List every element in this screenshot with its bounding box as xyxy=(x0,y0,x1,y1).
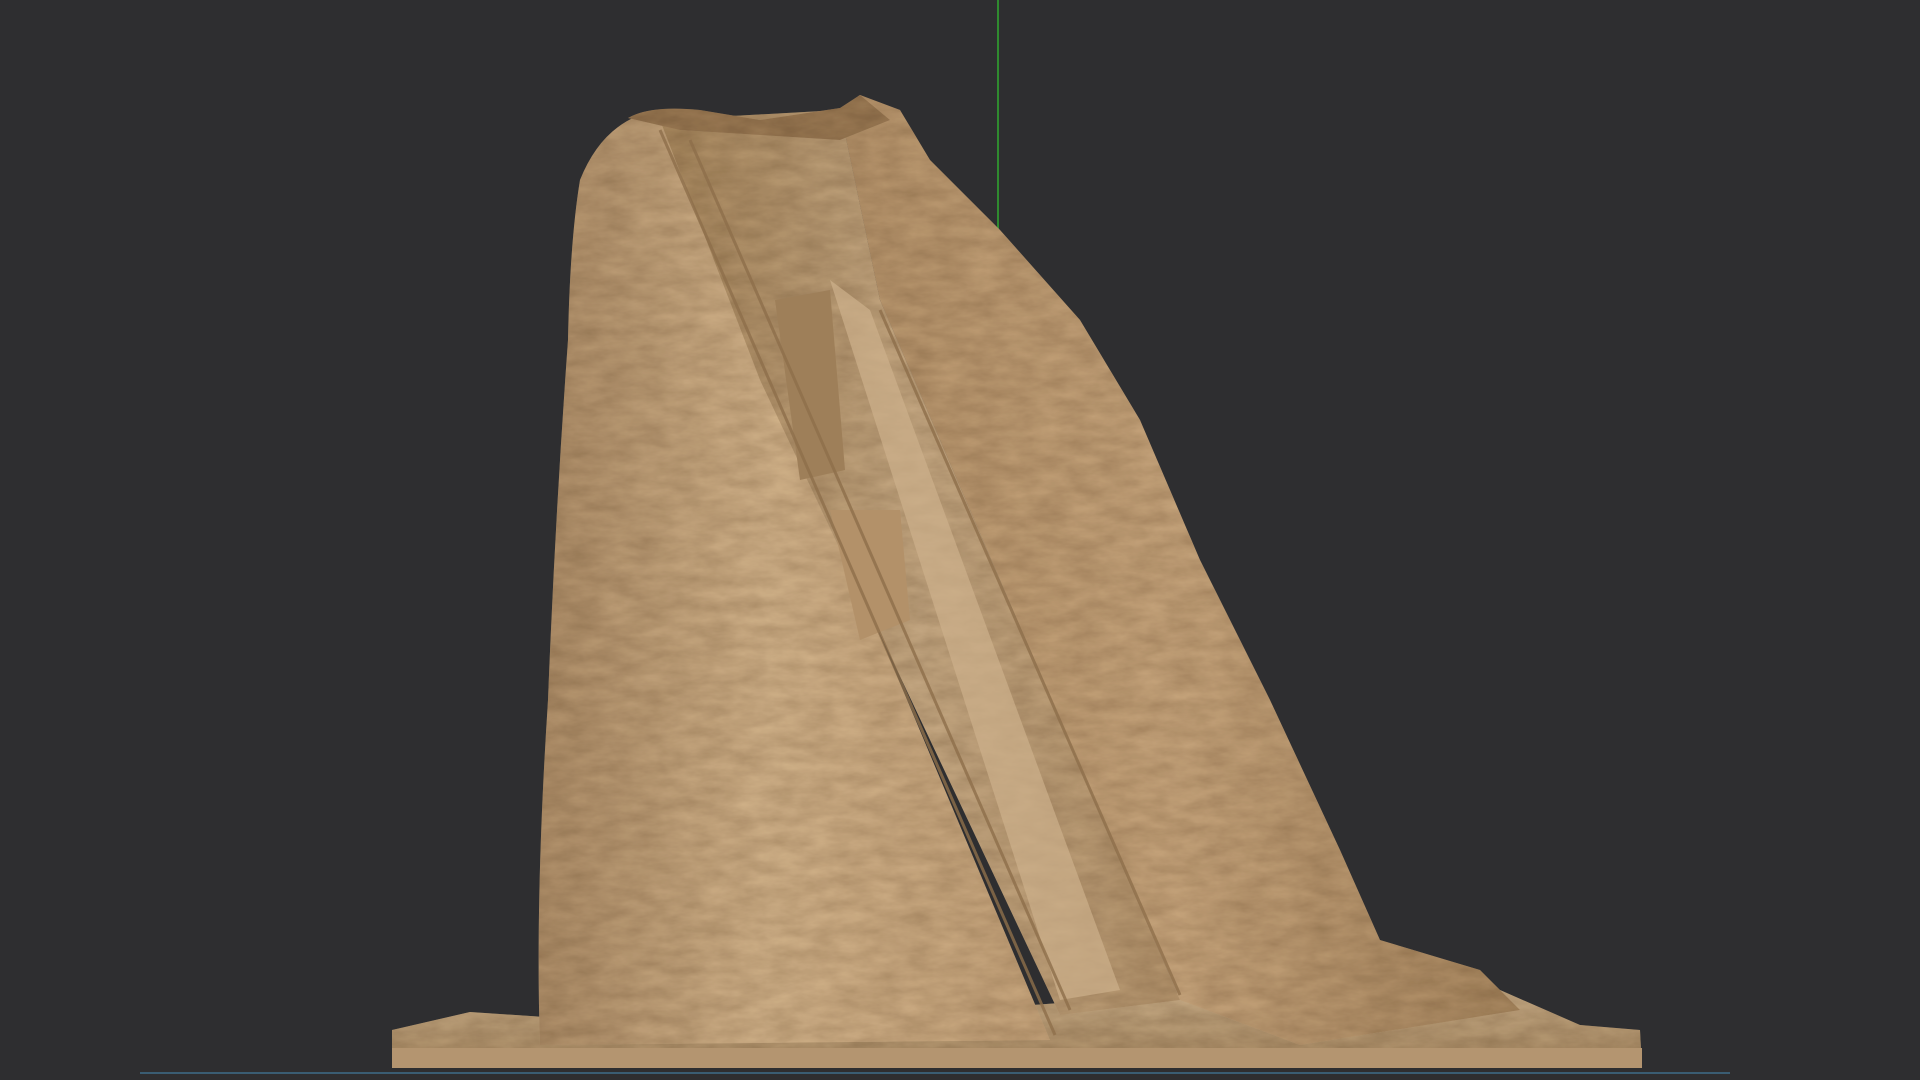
rock-sculpt-model[interactable] xyxy=(0,0,1920,1080)
3d-viewport[interactable] xyxy=(0,0,1920,1080)
